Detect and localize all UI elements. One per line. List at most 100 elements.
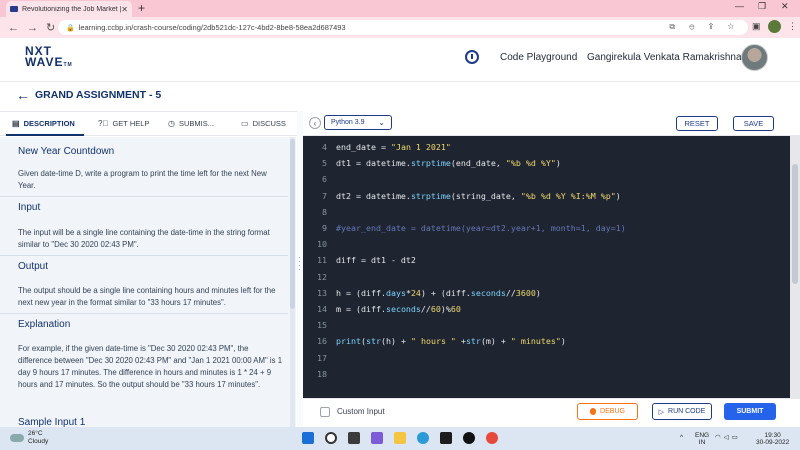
page-title: GRAND ASSIGNMENT - 5: [35, 89, 162, 101]
editor-scrollbar-thumb[interactable]: [792, 164, 798, 284]
code-line[interactable]: 7 dt2 = datetime.strptime(string_date, "%…: [303, 188, 790, 204]
file-explorer-icon[interactable]: [394, 432, 406, 444]
address-bar-row: ← → ↻ 🔒 learning.ccbp.in/crash-course/co…: [0, 17, 800, 38]
line-number: 9: [322, 223, 327, 233]
line-number: 6: [322, 174, 327, 185]
weather-widget[interactable]: 26°C Cloudy: [10, 430, 48, 446]
code-line[interactable]: 13 h = (diff.days*24) + (diff.seconds//36…: [303, 285, 790, 301]
browser-profile-avatar[interactable]: [768, 20, 781, 33]
code-line[interactable]: 18: [303, 366, 790, 382]
wifi-volume-battery-icons[interactable]: ◠◁▭: [715, 434, 741, 441]
maximize-icon[interactable]: ❐: [758, 1, 766, 12]
code-line[interactable]: 11 diff = dt1 - dt2: [303, 252, 790, 268]
explanation-text: For example, if the given date-time is "…: [18, 344, 283, 389]
avatar[interactable]: [741, 44, 768, 71]
tab-submissions-label: SUBMIS...: [178, 119, 214, 128]
tab-get-help[interactable]: ?⃝ GET HELP: [98, 119, 149, 128]
tray-chevron-icon[interactable]: ^: [680, 434, 683, 441]
browser-tab[interactable]: Revolutionizing the Job Market | ✕: [6, 1, 132, 17]
extensions-icon[interactable]: ▣: [752, 21, 761, 32]
close-tab-icon[interactable]: ✕: [121, 5, 128, 14]
search-icon[interactable]: [325, 432, 337, 444]
code-line[interactable]: 15: [303, 317, 790, 333]
panel-tabs: ▤ DESCRIPTION ?⃝ GET HELP ◷ SUBMIS... ▭ …: [0, 111, 300, 136]
drag-handle-icon[interactable]: · · · ·: [298, 254, 301, 274]
nxtwave-logo[interactable]: NXT WAVETM: [25, 45, 73, 71]
chat-app-icon[interactable]: [371, 432, 383, 444]
description-scrollbar-thumb[interactable]: [290, 139, 295, 309]
weather-temp: 26°C: [28, 430, 43, 437]
run-code-button[interactable]: ▷ RUN CODE: [652, 403, 712, 420]
close-window-icon[interactable]: ✕: [781, 1, 789, 12]
save-button[interactable]: SAVE: [733, 116, 774, 131]
debug-button[interactable]: DEBUG: [577, 403, 638, 420]
address-bar-actions[interactable]: ⧉ ⊖ ⇪ ☆: [669, 22, 740, 32]
chrome-icon[interactable]: [486, 432, 498, 444]
dell-icon[interactable]: [463, 432, 475, 444]
tab-submissions[interactable]: ◷ SUBMIS...: [168, 119, 214, 128]
code-line[interactable]: 17: [303, 350, 790, 366]
tab-description-label: DESCRIPTION: [23, 119, 75, 128]
code-line[interactable]: 14 m = (diff.seconds//60)%60: [303, 301, 790, 317]
explanation-heading: Explanation: [18, 319, 71, 330]
code-line[interactable]: 12: [303, 269, 790, 285]
code-line[interactable]: 16 print(str(h) + " hours " +str(m) + " m…: [303, 333, 790, 349]
task-view-icon[interactable]: [348, 432, 360, 444]
description-scrollbar[interactable]: [290, 137, 295, 427]
tab-discuss[interactable]: ▭ DISCUSS: [241, 119, 286, 128]
line-number: 17: [317, 352, 327, 363]
store-icon[interactable]: [440, 432, 452, 444]
forward-icon[interactable]: →: [27, 22, 38, 34]
input-text: The input will be a single line containi…: [18, 228, 270, 249]
new-tab-icon[interactable]: +: [138, 1, 145, 15]
assignment-bar: ← GRAND ASSIGNMENT - 5: [0, 82, 800, 110]
browser-menu-icon[interactable]: ⋮: [788, 21, 797, 32]
clock[interactable]: 19:30 30-09-2022: [756, 432, 789, 446]
code-line[interactable]: 10: [303, 236, 790, 252]
back-icon[interactable]: ←: [8, 22, 19, 34]
code-text: end_date = "Jan 1 2021": [336, 142, 451, 152]
url-text: learning.ccbp.in/crash-course/coding/2db…: [78, 23, 346, 32]
line-number: 13: [317, 287, 327, 298]
submit-button[interactable]: SUBMIT: [724, 403, 776, 420]
reset-button[interactable]: RESET: [676, 116, 718, 131]
output-heading: Output: [18, 261, 49, 272]
minimize-icon[interactable]: —: [735, 1, 744, 11]
problem-intro: Given date-time D, write a program to pr…: [18, 169, 267, 190]
code-editor[interactable]: 4 end_date = "Jan 1 2021" 5 dt1 = datetime.…: [303, 136, 790, 398]
line-number: 4: [322, 142, 327, 152]
reload-icon[interactable]: ↻: [46, 21, 55, 34]
language-select[interactable]: Python 3.9 ⌄: [324, 115, 392, 130]
run-code-label: RUN CODE: [668, 408, 706, 415]
code-line[interactable]: 4 end_date = "Jan 1 2021": [303, 139, 790, 155]
browser-tab-title: Revolutionizing the Job Market |: [22, 5, 122, 13]
tab-discuss-label: DISCUSS: [252, 119, 286, 128]
line-number: 18: [317, 368, 327, 379]
custom-input-label[interactable]: Custom Input: [337, 407, 385, 416]
editor-scrollbar[interactable]: [790, 136, 800, 398]
code-text: h = (diff.days*24) + (diff.seconds//3600…: [336, 287, 541, 298]
collapse-panel-icon[interactable]: ‹: [309, 117, 321, 129]
divider: [0, 313, 288, 314]
custom-input-checkbox[interactable]: [320, 407, 330, 417]
url-field[interactable]: 🔒 learning.ccbp.in/crash-course/coding/2…: [58, 20, 748, 35]
back-arrow-icon[interactable]: ←: [16, 87, 30, 103]
code-playground-link[interactable]: Code Playground: [500, 52, 577, 63]
code-line[interactable]: 6: [303, 171, 790, 187]
clock-icon: ◷: [168, 119, 175, 128]
logo-tm: TM: [63, 62, 73, 68]
timer-icon[interactable]: [465, 50, 479, 64]
code-line[interactable]: 8: [303, 204, 790, 220]
windows-start-icon[interactable]: [302, 432, 314, 444]
edge-browser-icon[interactable]: [417, 432, 429, 444]
code-line[interactable]: 5 dt1 = datetime.strptime(end_date, "%b %…: [303, 155, 790, 171]
lock-icon: 🔒: [66, 24, 75, 32]
language-indicator[interactable]: ENG IN: [695, 432, 709, 446]
active-tab-indicator: [6, 134, 84, 136]
code-text: m = (diff.seconds//60)%60: [336, 304, 461, 314]
cloud-icon: [10, 434, 24, 442]
description-panel[interactable]: New Year Countdown Given date-time D, wr…: [0, 137, 296, 427]
tab-description[interactable]: ▤ DESCRIPTION: [12, 119, 75, 128]
code-line[interactable]: 9 #year_end_date = datetime(year=dt2.year…: [303, 220, 790, 236]
windows-taskbar: 26°C Cloudy ^ ENG IN ◠◁▭ 19:30 30-09-202…: [0, 427, 800, 450]
